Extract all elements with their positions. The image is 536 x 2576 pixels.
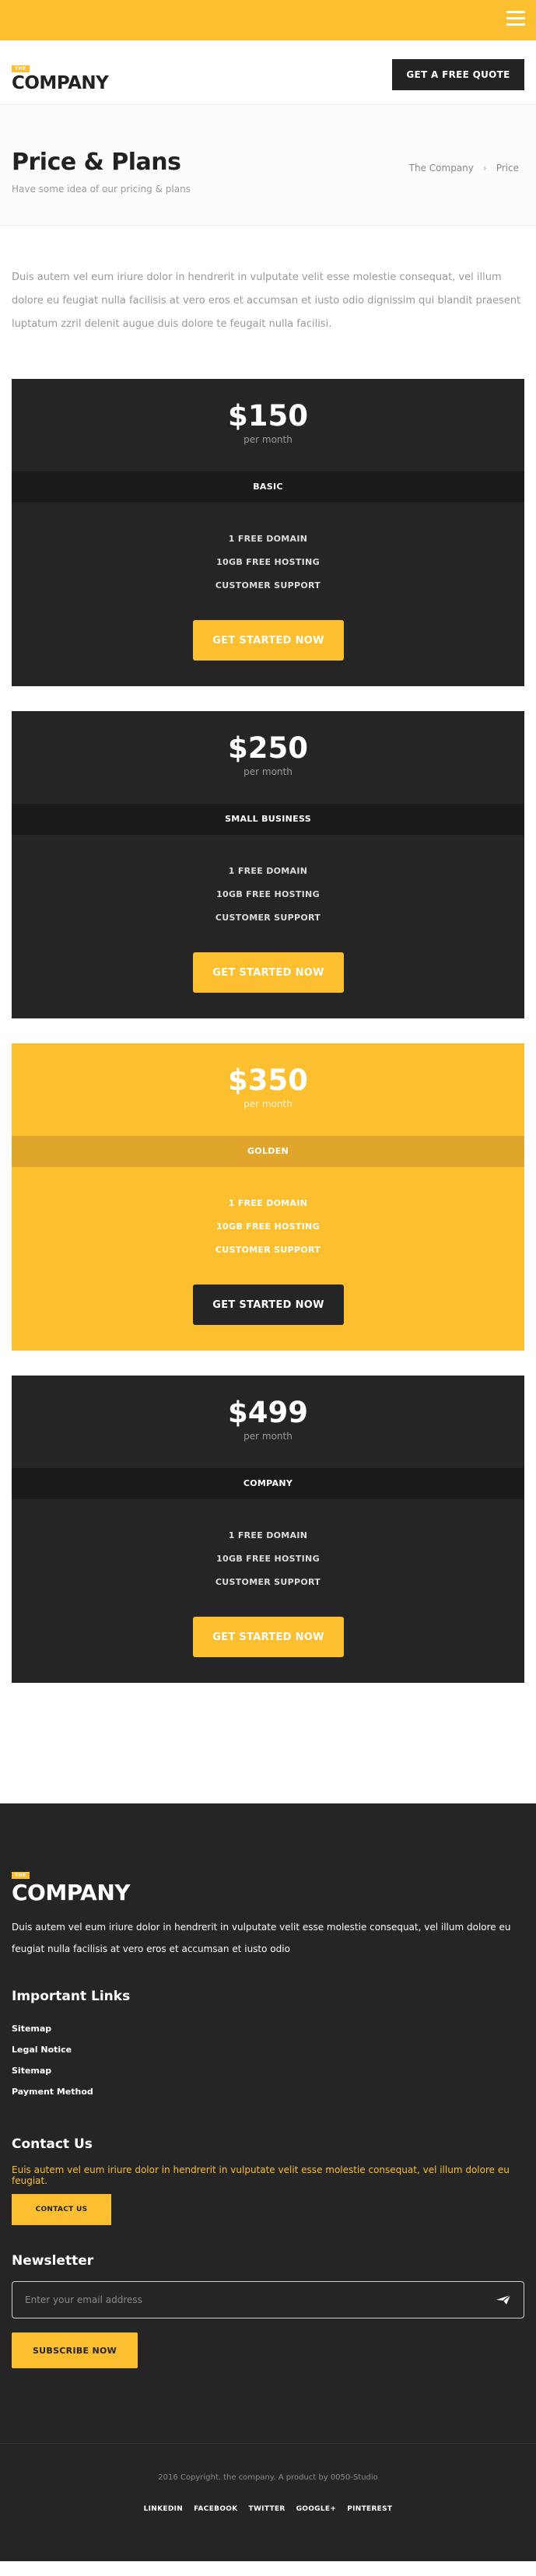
important-links-heading: Important Links: [12, 1989, 131, 2004]
get-started-button[interactable]: GET STARTED NOW: [193, 1617, 344, 1657]
plan-period: per month: [243, 766, 293, 777]
logo-badge: THE: [12, 65, 30, 72]
get-started-button[interactable]: GET STARTED NOW: [193, 620, 344, 661]
page-subtitle: Have some idea of our pricing & plans: [12, 184, 191, 195]
social-link-google-plus[interactable]: GOOGLE+: [296, 2505, 337, 2513]
plan-card-company: $499 per month COMPANY 1 FREE DOMAIN 10G…: [12, 1376, 524, 1683]
social-links: LINKEDIN FACEBOOK TWITTER GOOGLE+ PINTER…: [0, 2505, 536, 2513]
plan-feature: 1 FREE DOMAIN: [228, 1530, 308, 1540]
plan-feature: 10GB FREE HOSTING: [216, 557, 320, 567]
logo-text: COMPANY: [12, 73, 109, 93]
site-footer: THE COMPANY Duis autem vel eum iriure do…: [0, 1803, 536, 2561]
plan-tier: COMPANY: [12, 1468, 524, 1499]
free-quote-button[interactable]: GET A FREE QUOTE: [392, 59, 524, 90]
send-icon[interactable]: [496, 2294, 511, 2305]
site-logo[interactable]: THE COMPANY: [12, 58, 109, 93]
breadcrumb-current: Price: [496, 163, 519, 173]
plan-feature: CUSTOMER SUPPORT: [215, 580, 321, 591]
plan-period: per month: [243, 1099, 293, 1109]
site-header: THE COMPANY GET A FREE QUOTE: [0, 40, 536, 104]
contact-us-button[interactable]: CONTACT US: [12, 2194, 111, 2225]
contact-heading: Contact Us: [12, 2136, 93, 2152]
plan-feature: 1 FREE DOMAIN: [228, 866, 308, 876]
get-started-button[interactable]: GET STARTED NOW: [193, 952, 344, 993]
plan-feature: CUSTOMER SUPPORT: [215, 913, 321, 923]
plan-feature: 10GB FREE HOSTING: [216, 889, 320, 899]
footer-link-legal-notice[interactable]: Legal Notice: [12, 2039, 93, 2060]
social-link-twitter[interactable]: TWITTER: [249, 2505, 286, 2513]
footer-logo-badge: THE: [12, 1872, 30, 1879]
footer-link-sitemap[interactable]: Sitemap: [12, 2060, 93, 2081]
contact-text: Euis autem vel eum iriure dolor in hendr…: [12, 2164, 510, 2186]
plan-features: 1 FREE DOMAIN 10GB FREE HOSTING CUSTOMER…: [12, 527, 524, 598]
plan-feature: CUSTOMER SUPPORT: [215, 1577, 321, 1587]
social-link-linkedin[interactable]: LINKEDIN: [144, 2505, 184, 2513]
plan-price: $350: [228, 1064, 308, 1097]
footer-description: Duis autem vel eum iriure dolor in hendr…: [12, 1922, 511, 1954]
email-input[interactable]: [12, 2282, 524, 2318]
top-bar: [0, 0, 536, 40]
important-links-list: Sitemap Legal Notice Sitemap Payment Met…: [12, 2018, 93, 2102]
page-title: Price & Plans: [12, 149, 181, 176]
plan-features: 1 FREE DOMAIN 10GB FREE HOSTING CUSTOMER…: [12, 1192, 524, 1262]
social-link-pinterest[interactable]: PINTEREST: [347, 2505, 392, 2513]
plan-tier: SMALL BUSINESS: [12, 804, 524, 835]
page-title-section: Price & Plans Have some idea of our pric…: [0, 104, 536, 226]
plan-price: $250: [228, 731, 308, 765]
newsletter-heading: Newsletter: [12, 2253, 94, 2269]
get-started-button[interactable]: GET STARTED NOW: [193, 1284, 344, 1325]
plan-price: $150: [228, 399, 308, 433]
footer-link-payment-method[interactable]: Payment Method: [12, 2081, 93, 2102]
plan-card-basic: $150 per month BASIC 1 FREE DOMAIN 10GB …: [12, 379, 524, 686]
plan-features: 1 FREE DOMAIN 10GB FREE HOSTING CUSTOMER…: [12, 1524, 524, 1594]
social-link-facebook[interactable]: FACEBOOK: [194, 2505, 237, 2513]
footer-link-sitemap[interactable]: Sitemap: [12, 2018, 93, 2039]
plan-feature: 1 FREE DOMAIN: [228, 534, 308, 544]
copyright-text: 2016 Copyright. the company. A product b…: [158, 2473, 378, 2482]
pricing-plans: $150 per month BASIC 1 FREE DOMAIN 10GB …: [0, 379, 536, 1683]
breadcrumb-separator-icon: ›: [482, 163, 487, 173]
footer-logo-text: COMPANY: [12, 1880, 131, 1905]
plan-tier: GOLDEN: [12, 1136, 524, 1167]
plan-feature: CUSTOMER SUPPORT: [215, 1245, 321, 1255]
hamburger-menu-icon[interactable]: [506, 11, 525, 26]
plan-card-golden: $350 per month GOLDEN 1 FREE DOMAIN 10GB…: [12, 1043, 524, 1351]
plan-feature: 10GB FREE HOSTING: [216, 1221, 320, 1232]
footer-logo[interactable]: THE COMPANY: [12, 1865, 131, 1906]
breadcrumb-home-link[interactable]: The Company: [409, 163, 474, 173]
plan-feature: 1 FREE DOMAIN: [228, 1198, 308, 1208]
plan-period: per month: [243, 434, 293, 445]
footer-bottom: 2016 Copyright. the company. A product b…: [0, 2443, 536, 2561]
plan-period: per month: [243, 1431, 293, 1442]
breadcrumb: The Company › Price: [409, 163, 519, 173]
plan-tier: BASIC: [12, 471, 524, 503]
plan-card-small-business: $250 per month SMALL BUSINESS 1 FREE DOM…: [12, 711, 524, 1018]
subscribe-button[interactable]: SUBSCRIBE NOW: [12, 2332, 138, 2368]
plan-features: 1 FREE DOMAIN 10GB FREE HOSTING CUSTOMER…: [12, 860, 524, 930]
plan-price: $499: [228, 1396, 308, 1429]
plan-feature: 10GB FREE HOSTING: [216, 1554, 320, 1564]
newsletter-form: [12, 2281, 524, 2318]
intro-text: Duis autem vel eum iriure dolor in hendr…: [12, 272, 521, 330]
